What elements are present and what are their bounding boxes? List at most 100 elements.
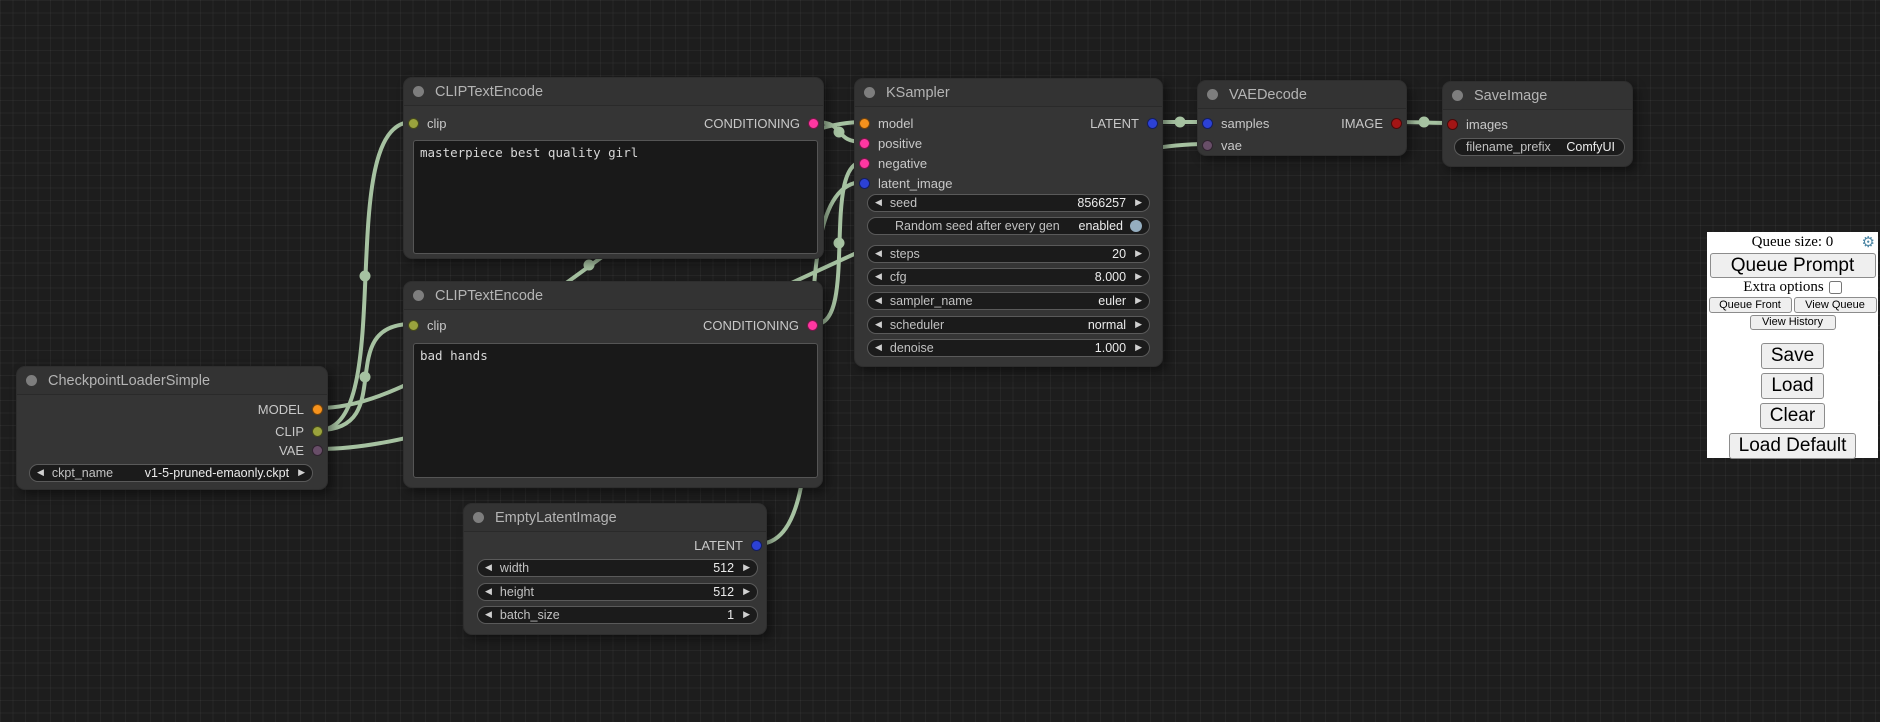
node-clip-text-encode-negative[interactable]: CLIPTextEncode clip CONDITIONING bad han… [403, 281, 823, 488]
arrow-left-icon[interactable]: ◀ [485, 563, 492, 573]
output-dot-clip[interactable] [312, 426, 323, 437]
negative-prompt-textarea[interactable]: bad hands [413, 343, 818, 478]
widget-random-seed-toggle[interactable]: Random seed after every gen enabled [867, 217, 1150, 235]
arrow-right-icon[interactable]: ▶ [743, 563, 750, 573]
node-title-bar[interactable]: KSampler [855, 79, 1162, 107]
node-title-bar[interactable]: SaveImage [1443, 82, 1632, 110]
positive-prompt-textarea[interactable]: masterpiece best quality girl [413, 140, 818, 254]
arrow-right-icon[interactable]: ▶ [1135, 343, 1142, 353]
link-midpoint-dot[interactable] [360, 271, 371, 282]
node-title-bar[interactable]: CLIPTextEncode [404, 78, 823, 106]
extra-options-checkbox[interactable] [1829, 281, 1842, 294]
node-checkpoint-loader[interactable]: CheckpointLoaderSimple MODEL CLIP VAE ◀ … [16, 366, 328, 490]
link-midpoint-dot[interactable] [584, 260, 595, 271]
output-slot-latent: LATENT [694, 537, 762, 553]
widget-filename-prefix[interactable]: filename_prefix ComfyUI [1454, 138, 1625, 156]
arrow-right-icon[interactable]: ▶ [743, 587, 750, 597]
output-dot-model[interactable] [312, 404, 323, 415]
output-dot-latent[interactable] [751, 540, 762, 551]
link-midpoint-dot[interactable] [360, 372, 371, 383]
output-dot-conditioning[interactable] [808, 118, 819, 129]
input-dot-images[interactable] [1447, 119, 1458, 130]
widget-sampler-name[interactable]: ◀ sampler_name euler ▶ [867, 292, 1150, 310]
collapse-dot-icon[interactable] [864, 87, 875, 98]
widget-seed[interactable]: ◀ seed 8566257 ▶ [867, 194, 1150, 212]
arrow-right-icon[interactable]: ▶ [1135, 249, 1142, 259]
input-dot-positive[interactable] [859, 138, 870, 149]
arrow-left-icon[interactable]: ◀ [485, 610, 492, 620]
widget-label: batch_size [500, 608, 560, 622]
arrow-left-icon[interactable]: ◀ [875, 198, 882, 208]
collapse-dot-icon[interactable] [473, 512, 484, 523]
node-empty-latent-image[interactable]: EmptyLatentImage LATENT ◀ width 512 ▶ ◀ … [463, 503, 767, 635]
load-default-button[interactable]: Load Default [1729, 433, 1857, 459]
arrow-left-icon[interactable]: ◀ [875, 343, 882, 353]
widget-ckpt-name[interactable]: ◀ ckpt_name v1-5-pruned-emaonly.ckpt ▶ [29, 464, 313, 482]
node-save-image[interactable]: SaveImage images filename_prefix ComfyUI [1442, 81, 1633, 167]
output-dot-latent[interactable] [1147, 118, 1158, 129]
clear-button[interactable]: Clear [1760, 403, 1825, 429]
arrow-right-icon[interactable]: ▶ [1135, 272, 1142, 282]
node-title-bar[interactable]: VAEDecode [1198, 81, 1406, 109]
output-label: LATENT [694, 538, 743, 553]
save-button[interactable]: Save [1761, 343, 1824, 369]
node-ksampler[interactable]: KSampler model positive negative latent_… [854, 78, 1163, 367]
widget-width[interactable]: ◀ width 512 ▶ [477, 559, 758, 577]
arrow-left-icon[interactable]: ◀ [875, 296, 882, 306]
collapse-dot-icon[interactable] [413, 86, 424, 97]
output-dot-image[interactable] [1391, 118, 1402, 129]
arrow-left-icon[interactable]: ◀ [485, 587, 492, 597]
widget-denoise[interactable]: ◀ denoise 1.000 ▶ [867, 339, 1150, 357]
node-title-bar[interactable]: EmptyLatentImage [464, 504, 766, 532]
link-midpoint-dot[interactable] [1175, 117, 1186, 128]
node-vae-decode[interactable]: VAEDecode samples vae IMAGE [1197, 80, 1407, 156]
input-dot-vae[interactable] [1202, 140, 1213, 151]
collapse-dot-icon[interactable] [1207, 89, 1218, 100]
view-queue-button[interactable]: View Queue [1794, 297, 1877, 313]
graph-canvas[interactable]: { "canvas": { "wire_color": "#a6c2a1", "… [0, 0, 1880, 722]
widget-label: width [500, 561, 529, 575]
view-history-button[interactable]: View History [1750, 315, 1836, 330]
input-slot-clip: clip [408, 317, 447, 333]
arrow-left-icon[interactable]: ◀ [875, 249, 882, 259]
arrow-right-icon[interactable]: ▶ [1135, 198, 1142, 208]
widget-steps[interactable]: ◀ steps 20 ▶ [867, 245, 1150, 263]
input-dot-latent-image[interactable] [859, 178, 870, 189]
input-dot-clip[interactable] [408, 118, 419, 129]
arrow-left-icon[interactable]: ◀ [875, 320, 882, 330]
node-title-bar[interactable]: CLIPTextEncode [404, 282, 822, 310]
input-slot-images: images [1447, 116, 1508, 132]
collapse-dot-icon[interactable] [413, 290, 424, 301]
output-dot-conditioning[interactable] [807, 320, 818, 331]
load-button[interactable]: Load [1761, 373, 1823, 399]
link-midpoint-dot[interactable] [1419, 117, 1430, 128]
widget-cfg[interactable]: ◀ cfg 8.000 ▶ [867, 268, 1150, 286]
arrow-right-icon[interactable]: ▶ [298, 468, 305, 478]
collapse-dot-icon[interactable] [26, 375, 37, 386]
widget-batch-size[interactable]: ◀ batch_size 1 ▶ [477, 606, 758, 624]
node-title-bar[interactable]: CheckpointLoaderSimple [17, 367, 327, 395]
arrow-right-icon[interactable]: ▶ [743, 610, 750, 620]
arrow-left-icon[interactable]: ◀ [37, 468, 44, 478]
collapse-dot-icon[interactable] [1452, 90, 1463, 101]
queue-front-button[interactable]: Queue Front [1709, 297, 1792, 313]
widget-scheduler[interactable]: ◀ scheduler normal ▶ [867, 316, 1150, 334]
node-clip-text-encode-positive[interactable]: CLIPTextEncode clip CONDITIONING masterp… [403, 77, 824, 259]
input-dot-clip[interactable] [408, 320, 419, 331]
input-slot-model: model [859, 115, 913, 131]
toggle-dot-icon[interactable] [1130, 220, 1142, 232]
link-midpoint-dot[interactable] [834, 127, 845, 138]
link-midpoint-dot[interactable] [834, 238, 845, 249]
arrow-right-icon[interactable]: ▶ [1135, 296, 1142, 306]
input-dot-samples[interactable] [1202, 118, 1213, 129]
input-label: images [1466, 117, 1508, 132]
input-dot-model[interactable] [859, 118, 870, 129]
output-dot-vae[interactable] [312, 445, 323, 456]
arrow-left-icon[interactable]: ◀ [875, 272, 882, 282]
output-label: IMAGE [1341, 116, 1383, 131]
widget-height[interactable]: ◀ height 512 ▶ [477, 583, 758, 601]
input-dot-negative[interactable] [859, 158, 870, 169]
gear-icon[interactable]: ⚙ [1862, 233, 1875, 251]
queue-prompt-button[interactable]: Queue Prompt [1710, 253, 1876, 278]
arrow-right-icon[interactable]: ▶ [1135, 320, 1142, 330]
